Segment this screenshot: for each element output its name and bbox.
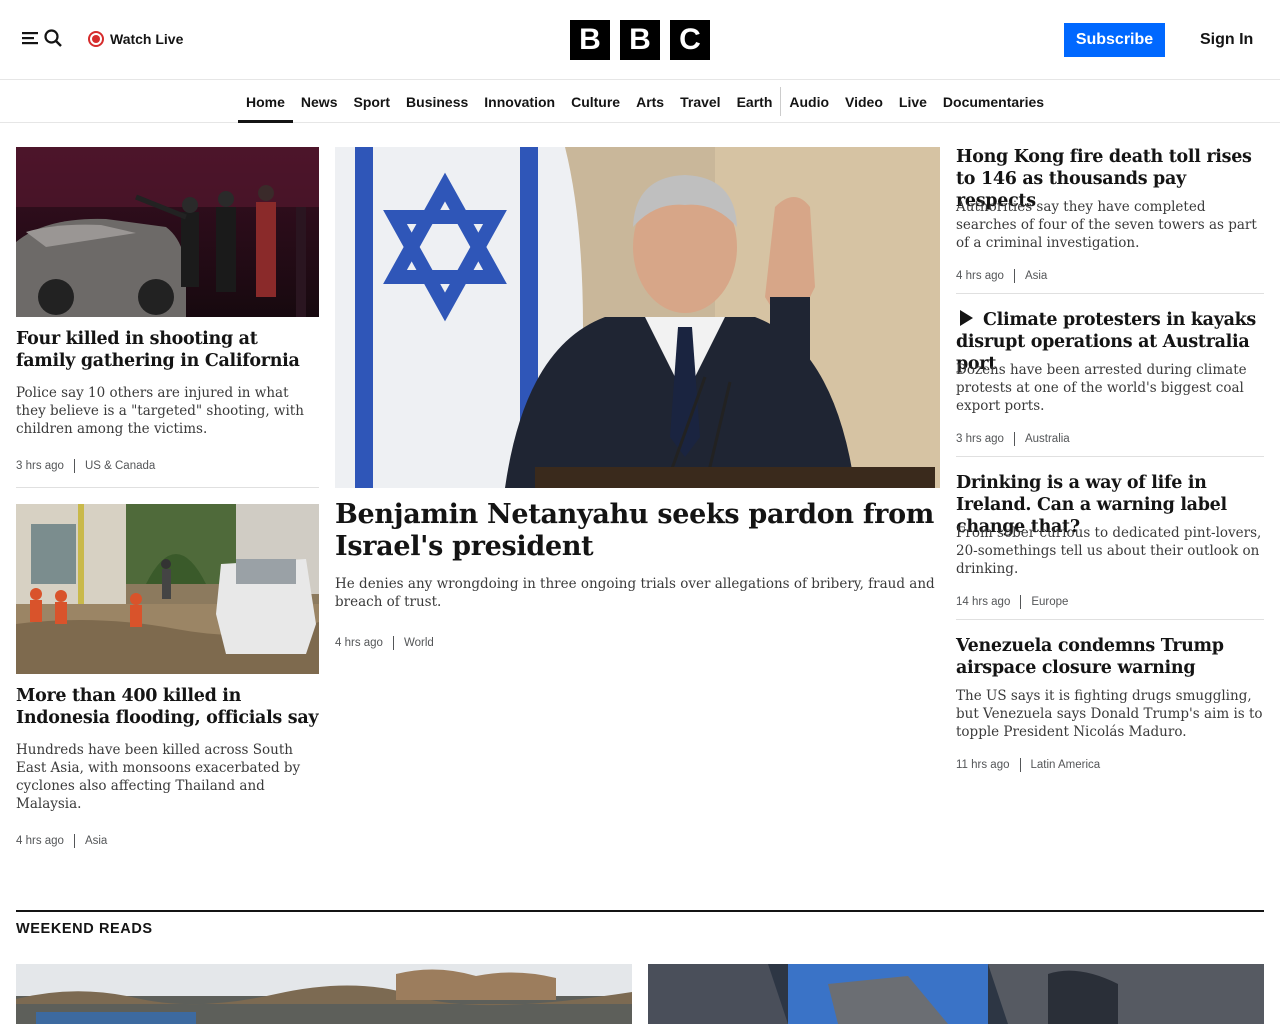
meta-separator — [392, 636, 394, 650]
menu-icon — [22, 30, 40, 51]
meta-separator — [1020, 595, 1022, 609]
region-tag[interactable]: Latin America — [1031, 759, 1101, 771]
sign-in-button[interactable]: Sign In — [1192, 23, 1261, 57]
meta-separator — [73, 459, 75, 473]
netanyahu-headline[interactable]: Benjamin Netanyahu seeks pardon from Isr… — [335, 499, 940, 563]
venezuela-headline[interactable]: Venezuela condemns Trump airspace closur… — [956, 635, 1264, 679]
region-tag[interactable]: Asia — [85, 835, 107, 847]
shooting-headline[interactable]: Four killed in shooting at family gather… — [16, 328, 319, 372]
live-indicator-icon — [88, 31, 104, 47]
kayaks-meta: 3 hrs ago Australia — [956, 432, 1070, 446]
meta-separator — [1013, 432, 1015, 446]
region-tag[interactable]: US & Canada — [85, 460, 155, 472]
meta-separator — [1019, 758, 1021, 772]
timestamp: 14 hrs ago — [956, 596, 1011, 608]
nav-item-documentaries[interactable]: Documentaries — [935, 81, 1052, 122]
weekend-read-image-1[interactable] — [16, 964, 632, 1024]
timestamp: 4 hrs ago — [335, 637, 383, 649]
watch-live-link[interactable]: Watch Live — [88, 28, 183, 50]
nav-item-video[interactable]: Video — [837, 81, 891, 122]
shooting-meta: 3 hrs ago US & Canada — [16, 459, 155, 473]
nav-item-audio[interactable]: Audio — [781, 81, 837, 122]
search-icon — [44, 28, 62, 52]
weekend-reads-title[interactable]: WEEKEND READS — [16, 921, 153, 937]
nav-item-live[interactable]: Live — [891, 81, 935, 122]
nav-item-sport[interactable]: Sport — [345, 81, 398, 122]
netanyahu-story-image[interactable] — [335, 147, 940, 488]
play-video-icon — [960, 310, 973, 326]
venezuela-summary: The US says it is fighting drugs smuggli… — [956, 688, 1263, 740]
region-tag[interactable]: Australia — [1025, 433, 1070, 445]
section-rule — [16, 910, 1264, 912]
ireland-summary: From sober curious to dedicated pint-lov… — [956, 525, 1262, 577]
netanyahu-summary: He denies any wrongdoing in three ongoin… — [335, 576, 935, 610]
region-tag[interactable]: Asia — [1025, 270, 1047, 282]
meta-separator — [1013, 269, 1015, 283]
weekend-read-image-2[interactable] — [648, 964, 1264, 1024]
nav-item-news[interactable]: News — [293, 81, 346, 122]
subscribe-button[interactable]: Subscribe — [1064, 23, 1165, 57]
indonesia-meta: 4 hrs ago Asia — [16, 834, 107, 848]
hong-kong-summary: Authorities say they have completed sear… — [956, 199, 1257, 251]
kayaks-summary: Dozens have been arrested during climate… — [956, 362, 1247, 414]
nav-item-home[interactable]: Home — [238, 81, 293, 123]
nav-list: Home News Sport Business Innovation Cult… — [238, 81, 1052, 123]
timestamp: 3 hrs ago — [16, 460, 64, 472]
timestamp: 4 hrs ago — [16, 835, 64, 847]
nav-item-earth[interactable]: Earth — [729, 81, 781, 122]
story-divider — [956, 293, 1264, 294]
site-header: Watch Live B B C Subscribe Sign In — [0, 0, 1280, 80]
timestamp: 11 hrs ago — [956, 759, 1010, 771]
menu-search-button[interactable] — [22, 28, 62, 52]
ireland-meta: 14 hrs ago Europe — [956, 595, 1068, 609]
meta-separator — [73, 834, 75, 848]
indonesia-headline[interactable]: More than 400 killed in Indonesia floodi… — [16, 685, 319, 729]
shooting-story-image[interactable] — [16, 147, 319, 317]
logo-letter: B — [620, 20, 660, 60]
nav-item-arts[interactable]: Arts — [628, 81, 672, 122]
region-tag[interactable]: World — [404, 637, 434, 649]
story-divider — [16, 487, 319, 488]
nav-item-culture[interactable]: Culture — [563, 81, 628, 122]
hong-kong-meta: 4 hrs ago Asia — [956, 269, 1047, 283]
venezuela-meta: 11 hrs ago Latin America — [956, 758, 1100, 772]
story-divider — [956, 619, 1264, 620]
bbc-logo[interactable]: B B C — [570, 20, 710, 60]
story-divider — [956, 456, 1264, 457]
region-tag[interactable]: Europe — [1031, 596, 1068, 608]
main-navigation: Home News Sport Business Innovation Cult… — [0, 81, 1280, 123]
nav-item-business[interactable]: Business — [398, 81, 476, 122]
watch-live-label: Watch Live — [110, 31, 184, 47]
indonesia-summary: Hundreds have been killed across South E… — [16, 742, 301, 812]
logo-letter: C — [670, 20, 710, 60]
nav-item-innovation[interactable]: Innovation — [476, 81, 563, 122]
nav-item-travel[interactable]: Travel — [672, 81, 728, 122]
logo-letter: B — [570, 20, 610, 60]
timestamp: 4 hrs ago — [956, 270, 1004, 282]
timestamp: 3 hrs ago — [956, 433, 1004, 445]
indonesia-story-image[interactable] — [16, 504, 319, 674]
netanyahu-meta: 4 hrs ago World — [335, 636, 434, 650]
shooting-summary: Police say 10 others are injured in what… — [16, 385, 304, 437]
